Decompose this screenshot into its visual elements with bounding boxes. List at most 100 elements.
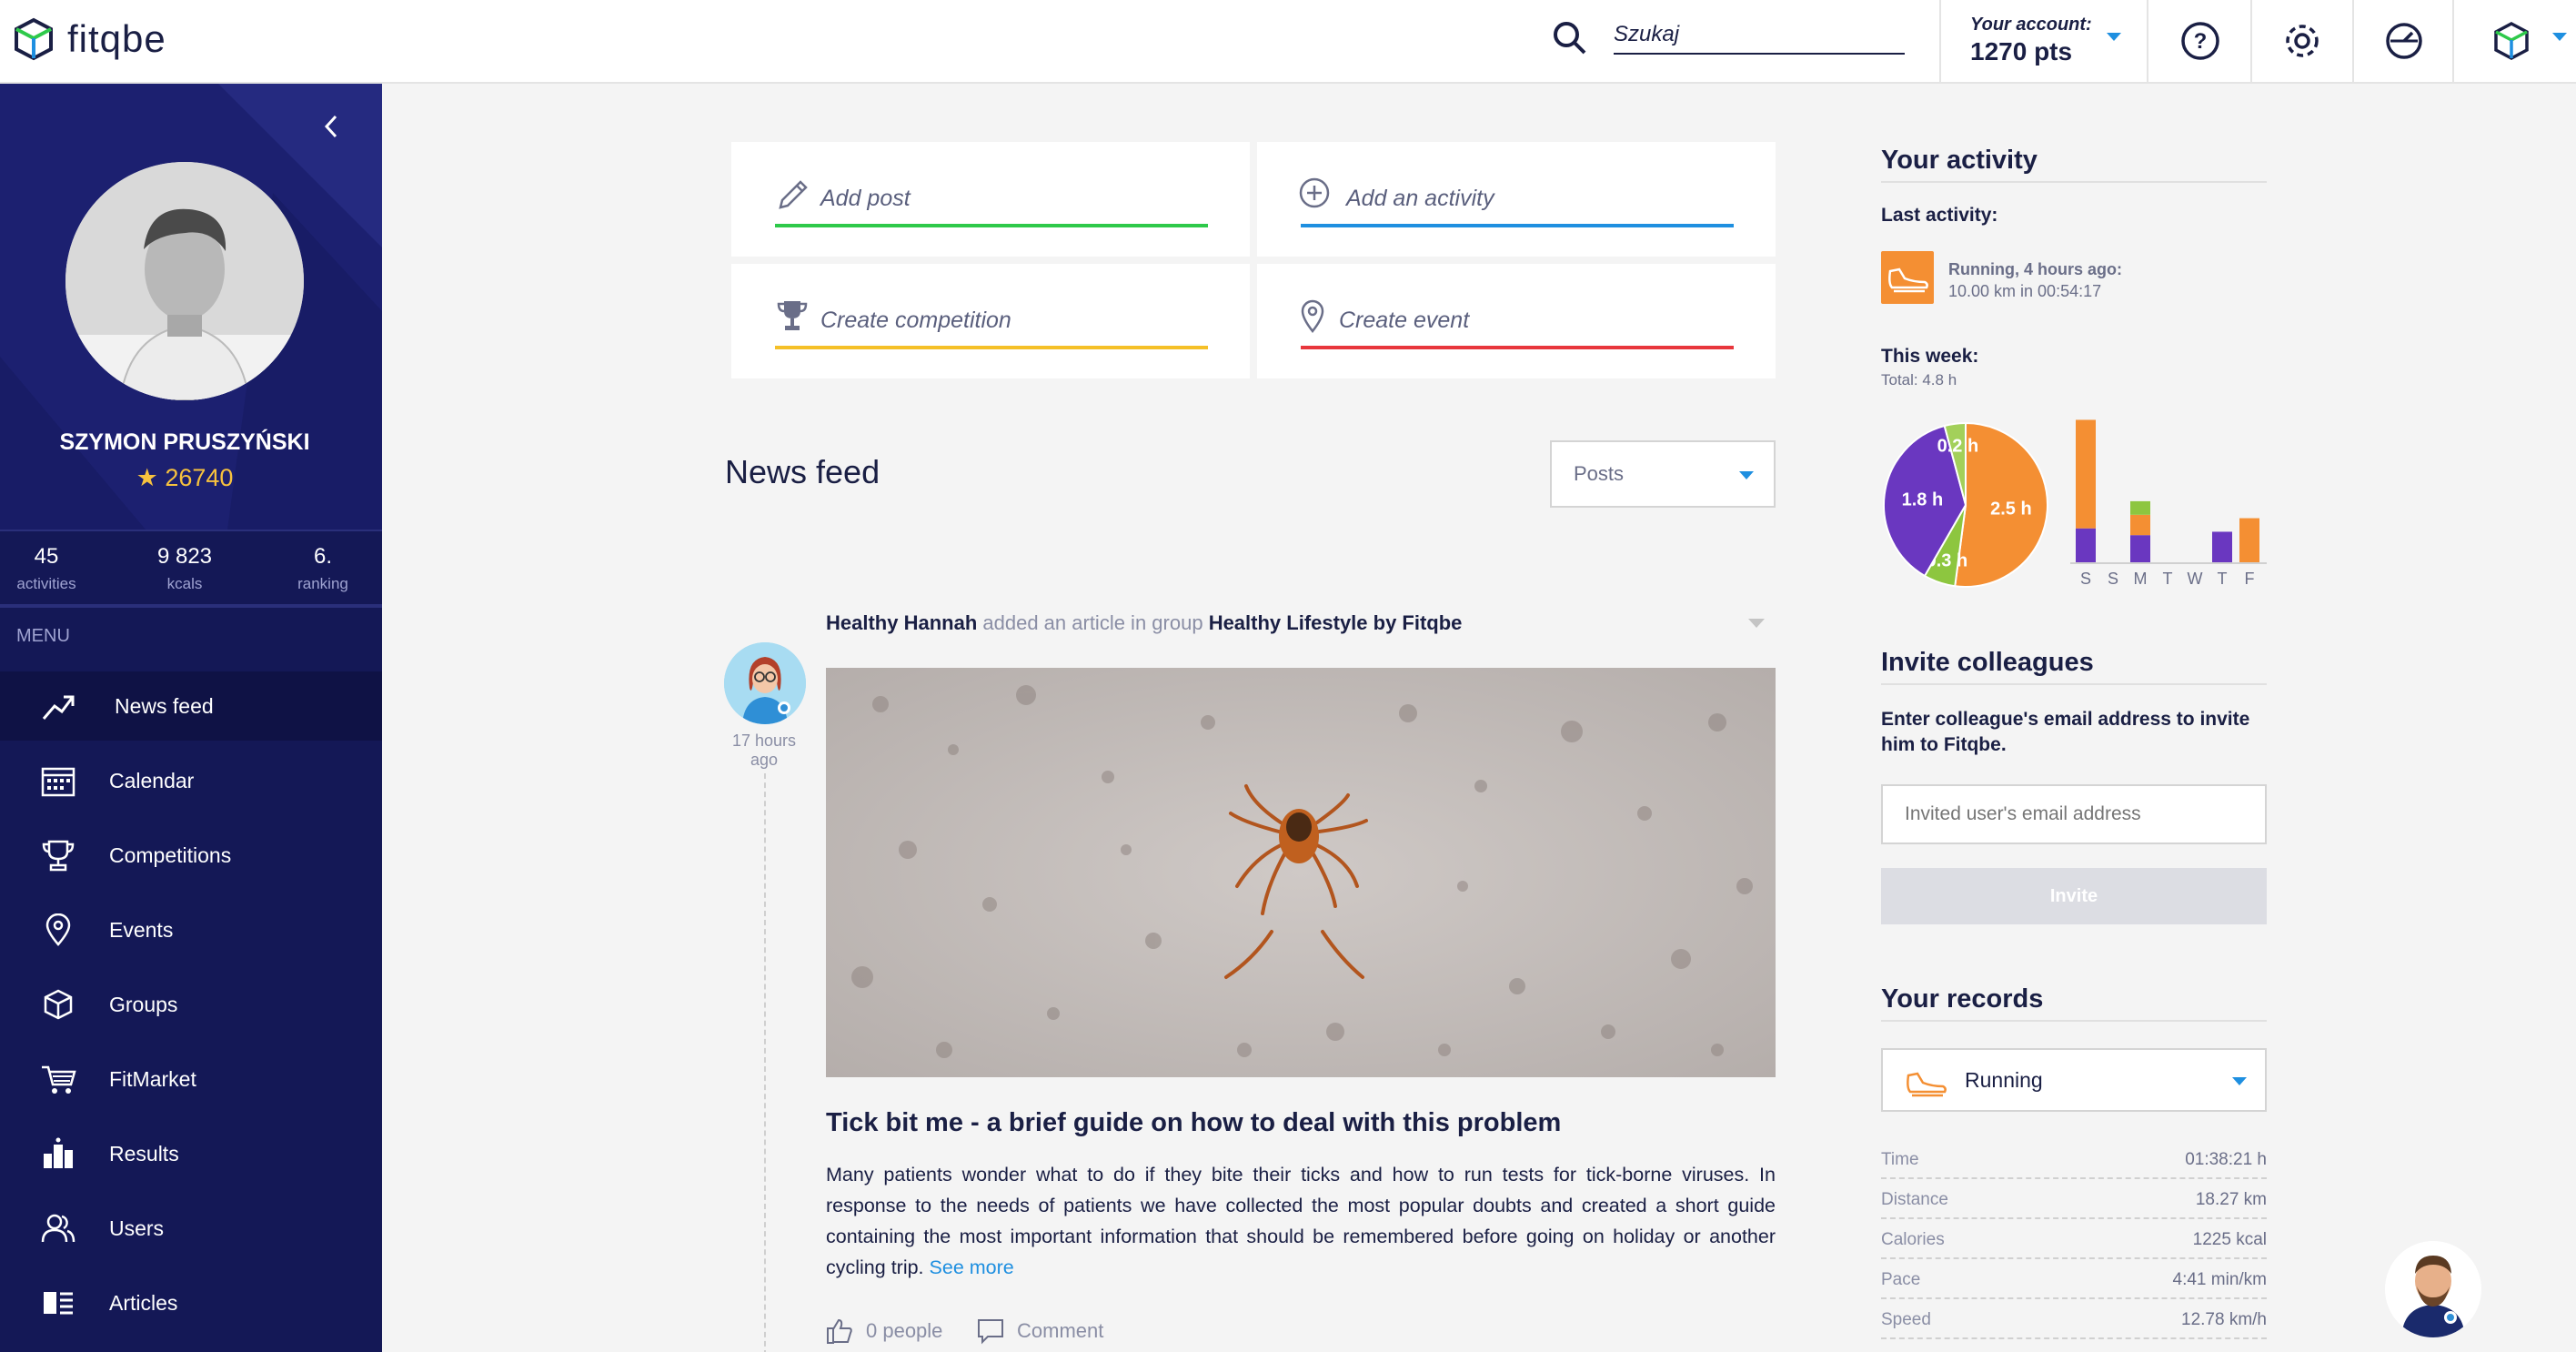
sidebar-item-groups[interactable]: Groups [0,970,382,1039]
help-icon[interactable]: ? [2179,20,2221,62]
bar-category-label: T [2218,570,2228,588]
record-label: Distance [1881,1190,1948,1209]
post-header: Healthy Hannah added an article in group… [826,611,1462,635]
invite-section: Invite colleagues Enter colleague's emai… [1881,648,2267,758]
add-activity-button[interactable]: Add an activity [1257,142,1776,257]
last-activity-details[interactable]: Running, 4 hours ago: 10.00 km in 00:54:… [1948,258,2122,302]
post-author-avatar[interactable] [724,642,806,724]
add-post-button[interactable]: Add post [731,142,1250,257]
header-divider [2452,0,2454,84]
header-divider [2250,0,2252,84]
chevron-down-icon [2232,1077,2247,1085]
week-bar-chart: SSMTWTF [2070,419,2267,588]
week-total: Total: 4.8 h [1881,371,1957,388]
stat-value: 9 823 [156,544,213,569]
chevron-down-icon[interactable] [2552,33,2567,41]
fitqbe-logo-icon [15,17,53,61]
records-sport-select[interactable]: Running [1881,1048,2267,1112]
search-input[interactable] [1614,16,1905,55]
record-label: Speed [1881,1310,1931,1329]
see-more-link[interactable]: See more [930,1256,1014,1278]
activity-title: Your activity [1881,146,2267,183]
sidebar-item-calendar[interactable]: Calendar [0,746,382,815]
dashboard-icon[interactable] [2383,20,2425,62]
articles-icon [44,1292,73,1315]
collapse-sidebar-icon[interactable] [318,113,346,140]
feed-filter-select[interactable]: Posts [1550,440,1776,508]
settings-icon[interactable] [2281,20,2323,62]
assistant-avatar-button[interactable] [2385,1241,2481,1337]
header-divider [2352,0,2354,84]
user-points: ★ 26740 [0,464,369,492]
bar-category-label: F [2245,570,2255,588]
sidebar-item-fitmarket[interactable]: FitMarket [0,1044,382,1114]
sidebar-item-competitions[interactable]: Competitions [0,821,382,890]
sidebar-item-label: Events [109,917,174,942]
stat-label: activities [16,575,76,592]
stat-value: 45 [34,544,59,569]
bar-segment [2076,419,2096,529]
record-row: Speed 12.78 km/h [1881,1299,2267,1339]
post-title[interactable]: Tick bit me - a brief guide on how to de… [826,1108,1561,1138]
record-row: Distance 18.27 km [1881,1179,2267,1219]
sidebar-item-label: Users [109,1216,165,1240]
post-image[interactable] [826,668,1776,1077]
post-options-icon[interactable] [1748,619,1765,628]
sidebar-item-articles[interactable]: Articles [0,1268,382,1337]
create-competition-button[interactable]: Create competition [731,264,1250,378]
post-time-line: 17 hours [731,731,797,750]
sidebar-item-news-feed[interactable]: News feed [0,671,382,741]
last-activity-line1: Running, 4 hours ago: [1948,260,2122,278]
sidebar: SZYMON PRUSZYŃSKI ★ 26740 45 activities … [0,84,382,1352]
stat-label: ranking [297,575,348,592]
records-title: Your records [1881,984,2267,1022]
search-icon[interactable] [1552,20,1588,56]
menu-title: MENU [16,626,70,646]
like-button[interactable]: 0 people [826,1317,942,1345]
logo[interactable]: fitqbe [11,16,166,62]
sidebar-item-events[interactable]: Events [0,895,382,964]
feed-filter-value: Posts [1574,462,1625,485]
invite-button[interactable]: Invite [1881,868,2267,924]
sidebar-item-label: News feed [115,693,214,718]
pie-slice-label: 0.2 h [1937,437,1979,457]
account-points: 1270 pts [1970,37,2073,66]
post-group[interactable]: Healthy Lifestyle by Fitqbe [1209,611,1463,634]
invite-email-input[interactable] [1881,784,2267,844]
create-event-button[interactable]: Create event [1257,264,1776,378]
record-row: Time 01:38:21 h [1881,1139,2267,1179]
calendar-icon [41,767,75,797]
card-underline [1301,346,1734,349]
bar-category-label: T [2163,570,2173,588]
sidebar-item-label: FitMarket [109,1066,196,1091]
plus-circle-icon [1299,177,1330,208]
card-label: Create event [1339,308,1470,333]
sidebar-item-label: Articles [109,1290,178,1315]
record-value: 01:38:21 h [2185,1150,2267,1169]
account-widget[interactable]: Your account: 1270 pts [1970,15,2092,66]
star-icon: ★ [136,464,166,491]
stat-label: kcals [166,575,203,592]
fitqbe-cube-icon[interactable] [2490,20,2532,62]
sidebar-item-users[interactable]: Users [0,1194,382,1263]
card-label: Create competition [820,308,1011,333]
bar-category-label: W [2188,570,2203,588]
stat-kcals: 9 823 kcals [126,544,244,593]
user-avatar[interactable] [65,162,304,400]
records-sport-value: Running [1965,1068,2043,1092]
card-label: Add an activity [1346,186,1494,211]
comment-button[interactable]: Comment [977,1317,1103,1345]
post-author[interactable]: Healthy Hannah [826,611,977,634]
bar-category-label: S [2080,570,2091,588]
stat-ranking: 6. ranking [264,544,382,593]
results-icon [44,1137,73,1168]
header-divider [1939,0,1941,84]
record-label: Pace [1881,1270,1921,1289]
record-value: 1225 kcal [2192,1230,2267,1249]
trophy-icon [42,840,75,872]
sidebar-item-results[interactable]: Results [0,1119,382,1188]
pie-slice-label: 1.8 h [1902,490,1944,510]
chevron-down-icon[interactable] [2107,33,2121,41]
bar-segment [2076,528,2096,562]
week-pie-chart: 2.5 h0.3 h1.8 h0.2 h [1883,421,2048,588]
